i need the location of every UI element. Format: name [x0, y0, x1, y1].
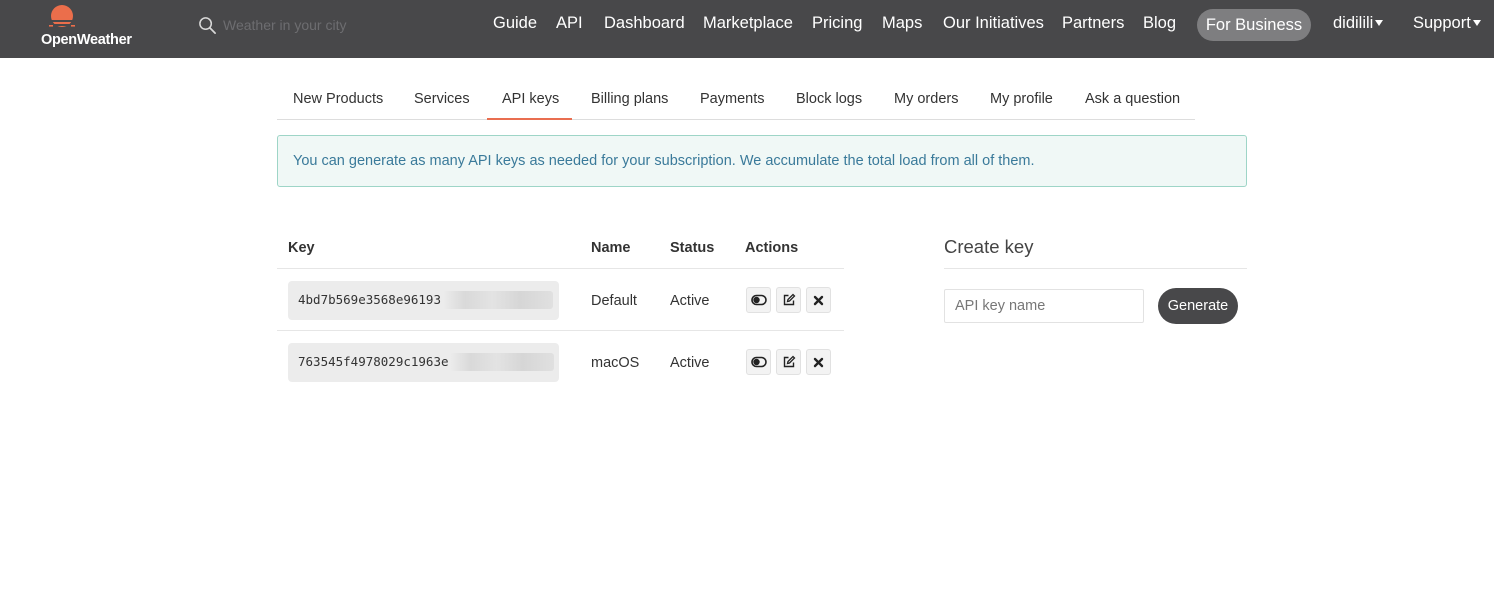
- tab-block-logs[interactable]: Block logs: [796, 91, 862, 107]
- brand-name: OpenWeather: [41, 32, 132, 48]
- tab-my-profile[interactable]: My profile: [990, 91, 1053, 107]
- nav-partners[interactable]: Partners: [1062, 14, 1124, 36]
- caret-down-icon: [1472, 20, 1481, 26]
- search-box: [198, 13, 428, 39]
- nav-for-business-button[interactable]: For Business: [1197, 9, 1311, 41]
- toggle-icon: [750, 356, 767, 368]
- key-redaction-blur: [443, 291, 553, 309]
- nav-guide[interactable]: Guide: [493, 14, 537, 36]
- tab-ask-a-question[interactable]: Ask a question: [1085, 91, 1180, 107]
- tab-payments[interactable]: Payments: [700, 91, 764, 107]
- active-tab-indicator: [487, 118, 572, 120]
- nav-pricing[interactable]: Pricing: [812, 14, 862, 36]
- alert-text: You can generate as many API keys as nee…: [293, 153, 1035, 169]
- nav-maps[interactable]: Maps: [882, 14, 922, 36]
- nav-our-initiatives[interactable]: Our Initiatives: [943, 14, 1044, 36]
- api-key-value[interactable]: 763545f4978029c1963e: [288, 343, 559, 382]
- key-name: Default: [591, 293, 637, 309]
- sun-logo-icon: [48, 5, 76, 32]
- toggle-icon: [750, 294, 767, 306]
- api-key-name-input[interactable]: [944, 289, 1144, 323]
- key-status: Active: [670, 293, 710, 309]
- key-name: macOS: [591, 355, 640, 371]
- header-name: Name: [591, 240, 631, 256]
- api-key-text: 4bd7b569e3568e96193: [298, 292, 441, 307]
- nav-marketplace[interactable]: Marketplace: [703, 14, 793, 36]
- tab-services[interactable]: Services: [414, 91, 470, 107]
- delete-key-button[interactable]: [806, 349, 831, 375]
- info-alert: You can generate as many API keys as nee…: [277, 135, 1247, 187]
- edit-key-button[interactable]: [776, 349, 801, 375]
- toggle-key-button[interactable]: [746, 349, 771, 375]
- openweather-logo[interactable]: OpenWeather: [40, 4, 140, 50]
- create-key-divider: [944, 268, 1247, 269]
- edit-icon: [783, 293, 795, 306]
- toggle-key-button[interactable]: [746, 287, 771, 313]
- tab-billing-plans[interactable]: Billing plans: [591, 91, 668, 107]
- caret-down-icon: [1375, 20, 1384, 26]
- tab-api-keys[interactable]: API keys: [502, 91, 559, 107]
- nav-support-menu[interactable]: Support: [1413, 14, 1481, 36]
- table-divider: [277, 268, 844, 269]
- edit-key-button[interactable]: [776, 287, 801, 313]
- user-name: didilili: [1333, 14, 1374, 32]
- generate-button[interactable]: Generate: [1158, 288, 1238, 324]
- create-key-title: Create key: [944, 236, 1034, 257]
- tab-my-orders[interactable]: My orders: [894, 91, 958, 107]
- nav-api[interactable]: API: [556, 14, 583, 36]
- top-navbar: OpenWeather Guide API Dashboard Marketpl…: [0, 0, 1494, 58]
- table-divider: [277, 330, 844, 331]
- key-status: Active: [670, 355, 710, 371]
- delete-icon: [813, 295, 824, 305]
- header-status: Status: [670, 240, 715, 256]
- api-key-text: 763545f4978029c1963e: [298, 354, 449, 369]
- delete-icon: [813, 357, 824, 367]
- key-redaction-blur: [450, 353, 554, 371]
- api-key-value[interactable]: 4bd7b569e3568e96193: [288, 281, 559, 320]
- nav-user-menu[interactable]: didilili: [1333, 14, 1384, 36]
- account-tabs: New Products Services API keys Billing p…: [277, 80, 1195, 120]
- search-input[interactable]: [223, 13, 423, 37]
- edit-icon: [783, 355, 795, 368]
- delete-key-button[interactable]: [806, 287, 831, 313]
- nav-dashboard[interactable]: Dashboard: [604, 14, 685, 36]
- header-key: Key: [288, 240, 315, 256]
- tab-new-products[interactable]: New Products: [293, 91, 383, 107]
- search-icon[interactable]: [198, 16, 217, 35]
- header-actions: Actions: [745, 240, 799, 256]
- support-label: Support: [1413, 14, 1471, 32]
- nav-blog[interactable]: Blog: [1143, 14, 1176, 36]
